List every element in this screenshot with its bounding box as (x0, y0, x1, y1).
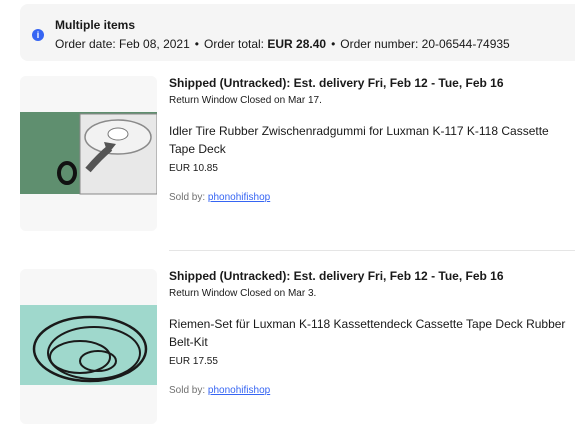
item-thumbnail[interactable] (20, 76, 157, 231)
info-icon: i (32, 29, 44, 41)
item-thumbnail[interactable] (20, 269, 157, 424)
item-price: EUR 10.85 (169, 163, 218, 174)
sold-by: Sold by: phonohifishop (169, 385, 270, 396)
sold-by: Sold by: phonohifishop (169, 192, 270, 203)
separator: • (194, 37, 199, 51)
item-title[interactable]: Idler Tire Rubber Zwischenradgummi for L… (169, 122, 569, 158)
order-number: 20-06544-74935 (421, 37, 510, 51)
shipping-status: Shipped (Untracked): Est. delivery Fri, … (169, 269, 504, 283)
idler-tire-image (20, 76, 157, 231)
belt-kit-image (20, 269, 157, 424)
item-price: EUR 17.55 (169, 356, 218, 367)
banner-title: Multiple items (55, 18, 136, 32)
order-total: EUR 28.40 (267, 37, 327, 51)
order-date-label: Order date: (55, 37, 116, 51)
sold-by-label: Sold by: (169, 192, 206, 203)
order-total-label: Order total: (203, 37, 265, 51)
separator: • (331, 37, 336, 51)
sold-by-label: Sold by: (169, 385, 206, 396)
order-number-label: Order number: (340, 37, 419, 51)
seller-link[interactable]: phonohifishop (208, 192, 270, 203)
order-date: Feb 08, 2021 (119, 37, 190, 51)
order-meta: Order date: Feb 08, 2021 • Order total: EU… (55, 37, 510, 51)
shipping-status: Shipped (Untracked): Est. delivery Fri, … (169, 76, 504, 90)
item-title[interactable]: Riemen-Set für Luxman K-118 Kassettendec… (169, 315, 569, 351)
divider (169, 250, 575, 251)
order-info-banner: i Multiple items Order date: Feb 08, 202… (20, 4, 575, 61)
return-window: Return Window Closed on Mar 17. (169, 95, 322, 106)
return-window: Return Window Closed on Mar 3. (169, 288, 317, 299)
seller-link[interactable]: phonohifishop (208, 385, 270, 396)
